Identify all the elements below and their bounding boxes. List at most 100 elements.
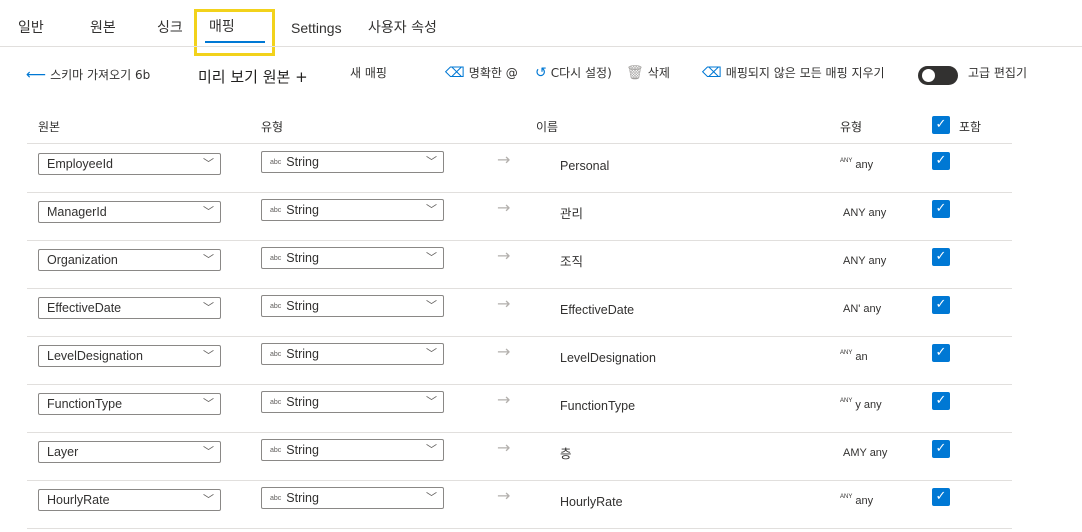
string-type-icon: abc <box>270 303 282 310</box>
source-column-value: FunctionType <box>47 397 123 411</box>
delete-button[interactable]: 🗑 삭제 <box>626 64 670 81</box>
tab-general[interactable]: 일반 <box>18 17 44 37</box>
arrow-right-icon: → <box>497 198 511 217</box>
clear-unmapped-button[interactable]: ⌫ 매핑되지 않은 모든 매핑 지우기 <box>702 64 885 81</box>
reset-label: C다시 설정) <box>550 66 612 80</box>
source-type-value: String <box>286 395 319 409</box>
header-source: 원본 <box>38 120 61 134</box>
source-column-value: Organization <box>47 253 118 267</box>
preview-source-button[interactable]: 미리 보기 원본 + <box>198 66 308 87</box>
tab-highlight-box <box>194 9 275 56</box>
table-row: Organization ﹀ abc String ﹀ → 조직 ANY any ✓ <box>27 240 1012 289</box>
include-checkbox[interactable]: ✓ <box>932 248 950 266</box>
trash-icon: 🗑 <box>626 64 644 81</box>
tab-source[interactable]: 원본 <box>90 17 116 37</box>
reset-button[interactable]: ↺ C다시 설정) <box>535 64 612 81</box>
chevron-down-icon: ﹀ <box>203 206 214 218</box>
tab-sink[interactable]: 싱크 <box>157 17 183 37</box>
undo-icon: ↺ <box>535 64 547 81</box>
destination-name: LevelDesignation <box>560 351 656 365</box>
source-type-value: String <box>286 251 319 265</box>
eraser-icon: ⌫ <box>445 64 465 81</box>
tabs-divider <box>0 46 1082 47</box>
string-type-icon: abc <box>270 159 282 166</box>
tab-user-properties[interactable]: 사용자 속성 <box>368 17 437 37</box>
source-column-value: EmployeeId <box>47 157 114 171</box>
destination-name: 층 <box>560 447 572 461</box>
chevron-down-icon: ﹀ <box>426 396 437 408</box>
destination-type-value: any <box>855 159 874 171</box>
any-type-badge: ANY <box>840 494 853 500</box>
tab-settings[interactable]: Settings <box>291 20 342 36</box>
new-mapping-label: 새 매핑 <box>350 66 387 80</box>
source-column-dropdown[interactable]: Organization ﹀ <box>38 249 221 271</box>
import-schema-button[interactable]: ⟵ 스키마 가져오기 6b <box>26 66 150 83</box>
source-type-dropdown[interactable]: abc String ﹀ <box>261 199 444 221</box>
destination-type: ANY any <box>840 206 886 219</box>
source-type-dropdown[interactable]: abc String ﹀ <box>261 487 444 509</box>
table-row: FunctionType ﹀ abc String ﹀ → FunctionType ANY y… <box>27 384 1012 433</box>
destination-type: AN' any <box>840 302 881 315</box>
destination-name: EffectiveDate <box>560 303 635 317</box>
include-all-checkbox[interactable]: ✓ <box>932 116 950 134</box>
include-checkbox[interactable]: ✓ <box>932 488 950 506</box>
include-checkbox[interactable]: ✓ <box>932 344 950 362</box>
new-mapping-button[interactable]: 새 매핑 <box>350 64 387 81</box>
header-name: 이름 <box>536 120 559 134</box>
string-type-icon: abc <box>270 495 282 502</box>
clear-button[interactable]: ⌫ 명확한 @ <box>445 64 518 81</box>
destination-type: ANY any <box>840 494 873 507</box>
include-checkbox[interactable]: ✓ <box>932 392 950 410</box>
source-column-dropdown[interactable]: LevelDesignation ﹀ <box>38 345 221 367</box>
destination-name: 관리 <box>560 207 584 221</box>
arrow-right-icon: → <box>497 486 511 505</box>
table-row: EffectiveDate ﹀ abc String ﹀ → EffectiveDate AN… <box>27 288 1012 337</box>
chevron-down-icon: ﹀ <box>426 156 437 168</box>
arrow-left-icon: ⟵ <box>26 66 47 83</box>
source-type-dropdown[interactable]: abc String ﹀ <box>261 247 444 269</box>
chevron-down-icon: ﹀ <box>203 302 214 314</box>
destination-type: AMY any <box>840 446 887 459</box>
source-column-value: LevelDesignation <box>47 349 143 363</box>
source-column-dropdown[interactable]: EmployeeId ﹀ <box>38 153 221 175</box>
chevron-down-icon: ﹀ <box>426 300 437 312</box>
source-type-value: String <box>286 443 319 457</box>
chevron-down-icon: ﹀ <box>426 492 437 504</box>
source-type-dropdown[interactable]: abc String ﹀ <box>261 439 444 461</box>
preview-source-label: 미리 보기 원본 + <box>198 68 308 86</box>
chevron-down-icon: ﹀ <box>203 398 214 410</box>
source-type-dropdown[interactable]: abc String ﹀ <box>261 151 444 173</box>
source-type-value: String <box>286 347 319 361</box>
source-column-dropdown[interactable]: FunctionType ﹀ <box>38 393 221 415</box>
destination-type-value: any <box>855 495 874 507</box>
chevron-down-icon: ﹀ <box>426 444 437 456</box>
chevron-down-icon: ﹀ <box>203 254 214 266</box>
chevron-down-icon: ﹀ <box>426 252 437 264</box>
arrow-right-icon: → <box>497 150 511 169</box>
destination-type-value: ANY any <box>843 255 887 267</box>
source-column-value: HourlyRate <box>47 493 110 507</box>
string-type-icon: abc <box>270 351 282 358</box>
source-type-dropdown[interactable]: abc String ﹀ <box>261 343 444 365</box>
source-column-value: EffectiveDate <box>47 301 122 315</box>
include-checkbox[interactable]: ✓ <box>932 200 950 218</box>
arrow-right-icon: → <box>497 342 511 361</box>
destination-type: ANY any <box>840 158 873 171</box>
source-column-dropdown[interactable]: EffectiveDate ﹀ <box>38 297 221 319</box>
include-checkbox[interactable]: ✓ <box>932 296 950 314</box>
source-type-dropdown[interactable]: abc String ﹀ <box>261 295 444 317</box>
arrow-right-icon: → <box>497 246 511 265</box>
source-column-dropdown[interactable]: HourlyRate ﹀ <box>38 489 221 511</box>
include-checkbox[interactable]: ✓ <box>932 152 950 170</box>
include-checkbox[interactable]: ✓ <box>932 440 950 458</box>
destination-type-value: AMY any <box>843 447 888 459</box>
source-column-dropdown[interactable]: ManagerId ﹀ <box>38 201 221 223</box>
string-type-icon: abc <box>270 255 282 262</box>
chevron-down-icon: ﹀ <box>203 158 214 170</box>
source-type-value: String <box>286 491 319 505</box>
source-column-dropdown[interactable]: Layer ﹀ <box>38 441 221 463</box>
source-type-dropdown[interactable]: abc String ﹀ <box>261 391 444 413</box>
destination-name: FunctionType <box>560 399 636 413</box>
source-type-value: String <box>286 299 319 313</box>
destination-name: 조직 <box>560 255 584 269</box>
